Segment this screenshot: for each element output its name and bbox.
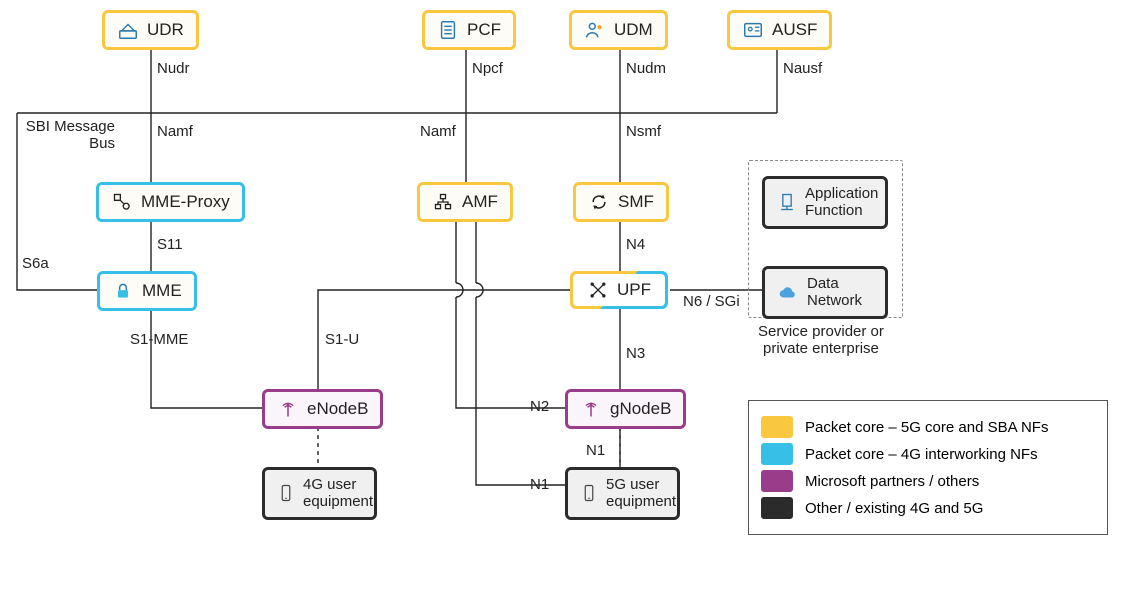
- legend-swatch-icon: [761, 416, 793, 438]
- legend-label: Other / existing 4G and 5G: [805, 500, 983, 517]
- antenna-icon: [580, 398, 602, 420]
- node-label: UDR: [147, 20, 184, 40]
- label-s11: S11: [157, 236, 183, 253]
- node-label: UDM: [614, 20, 653, 40]
- legend-label: Microsoft partners / others: [805, 473, 979, 490]
- server-icon: [777, 191, 797, 213]
- node-app-function: Application Function: [762, 176, 888, 229]
- node-label: UPF: [617, 280, 651, 300]
- storage-icon: [117, 19, 139, 41]
- label-sbi-bus: SBI Message Bus: [15, 118, 115, 152]
- antenna-icon: [277, 398, 299, 420]
- node-udr: UDR: [102, 10, 199, 50]
- label-n3: N3: [626, 345, 645, 362]
- node-smf: SMF: [573, 182, 669, 222]
- id-card-icon: [742, 19, 764, 41]
- node-ausf: AUSF: [727, 10, 832, 50]
- node-label: MME: [142, 281, 182, 301]
- label-n2: N2: [530, 398, 549, 415]
- users-icon: [584, 19, 606, 41]
- node-data-network: Data Network: [762, 266, 888, 319]
- node-label: AMF: [462, 192, 498, 212]
- topology-icon: [111, 191, 133, 213]
- node-5g-ue: 5G user equipment: [565, 467, 680, 520]
- legend: Packet core – 5G core and SBA NFs Packet…: [748, 400, 1108, 535]
- label-nsmf: Nsmf: [626, 123, 661, 140]
- label-namf-1: Namf: [157, 123, 193, 140]
- node-label: PCF: [467, 20, 501, 40]
- node-mme: MME: [97, 271, 197, 311]
- legend-swatch-icon: [761, 443, 793, 465]
- label-n6-sgi: N6 / SGi: [683, 293, 740, 310]
- hierarchy-icon: [432, 191, 454, 213]
- legend-label: Packet core – 5G core and SBA NFs: [805, 419, 1048, 436]
- label-n1-a: N1: [586, 442, 605, 459]
- label-s1-mme: S1-MME: [130, 331, 188, 348]
- label-s6a: S6a: [22, 255, 49, 272]
- label-namf-2: Namf: [420, 123, 456, 140]
- mesh-icon: [587, 279, 609, 301]
- phone-icon: [580, 482, 598, 504]
- legend-row: Microsoft partners / others: [761, 470, 1091, 492]
- label-s1-u: S1-U: [325, 331, 359, 348]
- label-service-provider: Service provider or private enterprise: [758, 323, 884, 357]
- node-enodeb: eNodeB: [262, 389, 383, 429]
- node-label: SMF: [618, 192, 654, 212]
- node-label: Data Network: [807, 275, 862, 310]
- label-nudm: Nudm: [626, 60, 666, 77]
- node-udm: UDM: [569, 10, 668, 50]
- cloud-icon: [777, 281, 799, 303]
- node-mme-proxy: MME-Proxy: [96, 182, 245, 222]
- label-nudr: Nudr: [157, 60, 190, 77]
- label-npcf: Npcf: [472, 60, 503, 77]
- lock-icon: [112, 280, 134, 302]
- node-4g-ue: 4G user equipment: [262, 467, 377, 520]
- node-pcf: PCF: [422, 10, 516, 50]
- node-label: 5G user equipment: [606, 476, 676, 511]
- node-label: 4G user equipment: [303, 476, 373, 511]
- node-upf: UPF: [570, 271, 668, 309]
- node-label: MME-Proxy: [141, 192, 230, 212]
- sync-icon: [588, 191, 610, 213]
- node-gnodeb: gNodeB: [565, 389, 686, 429]
- node-label: eNodeB: [307, 399, 368, 419]
- legend-row: Other / existing 4G and 5G: [761, 497, 1091, 519]
- legend-row: Packet core – 5G core and SBA NFs: [761, 416, 1091, 438]
- node-amf: AMF: [417, 182, 513, 222]
- label-n4: N4: [626, 236, 645, 253]
- label-nausf: Nausf: [783, 60, 822, 77]
- legend-row: Packet core – 4G interworking NFs: [761, 443, 1091, 465]
- document-list-icon: [437, 19, 459, 41]
- label-n1-b: N1: [530, 476, 549, 493]
- legend-swatch-icon: [761, 497, 793, 519]
- node-label: Application Function: [805, 185, 878, 220]
- node-label: AUSF: [772, 20, 817, 40]
- phone-icon: [277, 482, 295, 504]
- node-label: gNodeB: [610, 399, 671, 419]
- legend-label: Packet core – 4G interworking NFs: [805, 446, 1038, 463]
- legend-swatch-icon: [761, 470, 793, 492]
